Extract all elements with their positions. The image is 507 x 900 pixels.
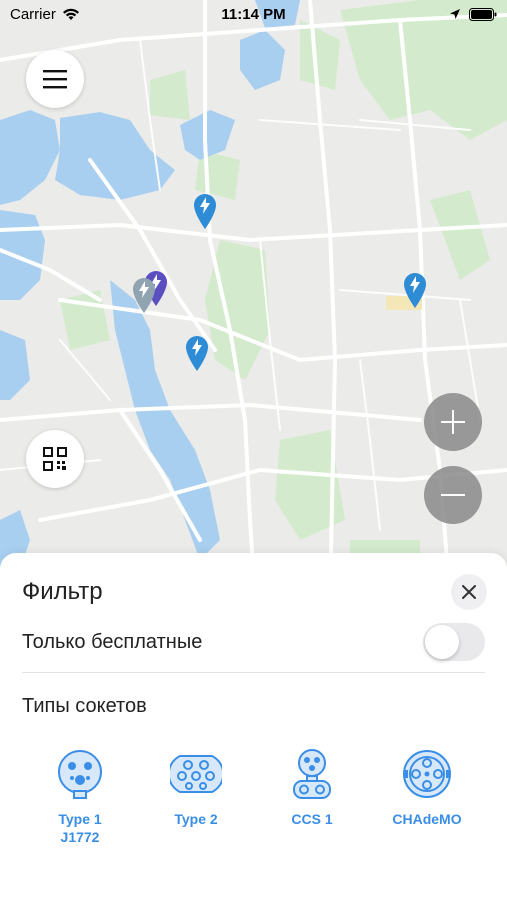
menu-button[interactable]: [26, 50, 84, 108]
socket-types-list: Type 1 J1772 Type 2 CCS 1 CHAdeMO: [0, 748, 507, 868]
qr-code-icon: [43, 447, 67, 471]
carrier-label: Carrier: [10, 5, 56, 23]
filter-sheet: Фильтр Только бесплатные Типы сокетов Ty…: [0, 553, 507, 900]
divider: [22, 672, 485, 673]
chademo-connector-icon: [403, 750, 451, 798]
location-arrow-icon: [450, 9, 460, 19]
minus-icon: [441, 494, 465, 496]
wifi-icon: [62, 8, 79, 20]
charging-station-marker-icon[interactable]: [131, 276, 157, 314]
status-bar: Carrier 11:14 PM: [0, 0, 507, 28]
socket-type1[interactable]: Type 1 J1772: [25, 748, 135, 846]
type2-connector-icon: [170, 755, 222, 793]
socket-label: Type 1 J1772: [58, 811, 102, 845]
filter-title: Фильтр: [22, 578, 103, 605]
socket-types-label: Типы сокетов: [22, 695, 147, 717]
free-only-label: Только бесплатные: [22, 630, 203, 653]
status-right: [449, 7, 497, 21]
battery-icon: [469, 7, 497, 21]
toggle-knob: [425, 625, 459, 659]
qr-scan-button[interactable]: [26, 430, 84, 488]
free-only-toggle[interactable]: [423, 623, 485, 661]
charging-station-marker-icon[interactable]: [192, 192, 218, 230]
close-icon: [462, 585, 476, 599]
charging-station-marker-icon[interactable]: [402, 271, 428, 309]
socket-type2[interactable]: Type 2: [141, 748, 251, 828]
status-left: Carrier: [10, 6, 80, 23]
socket-label: CCS 1: [291, 811, 333, 827]
plus-icon: [441, 410, 465, 434]
hamburger-menu-icon: [43, 70, 67, 89]
socket-label: Type 2: [174, 811, 218, 827]
status-time: 11:14 PM: [221, 5, 286, 23]
charging-station-marker-icon[interactable]: [184, 334, 210, 372]
socket-ccs1[interactable]: CCS 1: [257, 748, 367, 828]
ccs1-connector-icon: [293, 749, 331, 799]
socket-label: CHAdeMO: [392, 811, 462, 827]
socket-chademo[interactable]: CHAdeMO: [372, 748, 482, 828]
free-only-row: Только бесплатные: [22, 621, 485, 663]
zoom-in-button[interactable]: [424, 393, 482, 451]
zoom-out-button[interactable]: [424, 466, 482, 524]
type1-connector-icon: [58, 750, 102, 799]
close-button[interactable]: [451, 574, 487, 610]
